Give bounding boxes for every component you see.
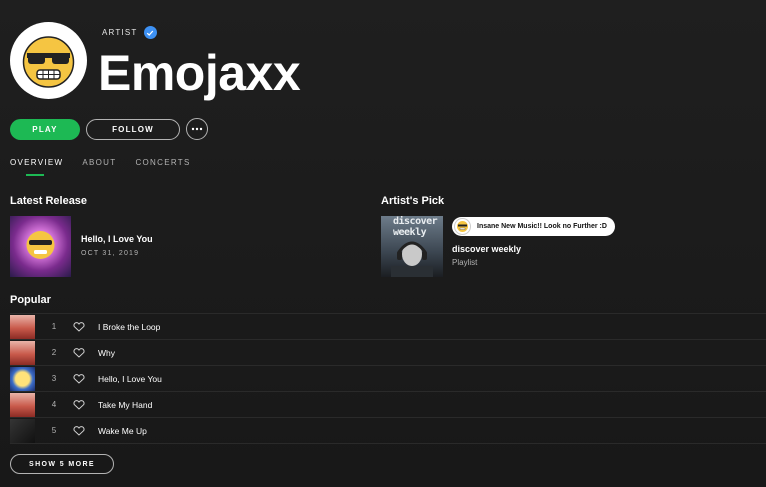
artist-name: Emojaxx: [98, 45, 301, 101]
latest-release-cover[interactable]: [10, 216, 71, 277]
table-row[interactable]: 2 Why: [10, 339, 766, 365]
track-number: 1: [51, 322, 57, 331]
latest-release-heading: Latest Release: [10, 195, 88, 207]
tab-overview[interactable]: OVERVIEW: [10, 158, 63, 176]
table-row[interactable]: 3 Hello, I Love You: [10, 365, 766, 391]
track-title[interactable]: I Broke the Loop: [98, 322, 160, 332]
latest-release-title[interactable]: Hello, I Love You: [81, 234, 153, 244]
track-thumbnail: [10, 418, 35, 443]
heart-icon[interactable]: [73, 373, 85, 384]
artist-mini-avatar: [454, 218, 471, 235]
table-row[interactable]: 5 Wake Me Up: [10, 417, 766, 444]
table-row[interactable]: 4 Take My Hand: [10, 391, 766, 417]
artists-pick-title[interactable]: discover weekly: [452, 244, 521, 254]
heart-icon[interactable]: [73, 425, 85, 436]
follow-button[interactable]: FOLLOW: [86, 119, 180, 140]
track-title[interactable]: Take My Hand: [98, 400, 152, 410]
track-number: 2: [51, 348, 57, 357]
emoji-cover-icon: [26, 231, 55, 259]
artists-pick-comment: Insane New Music!! Look no Further :D: [452, 217, 615, 236]
track-title[interactable]: Wake Me Up: [98, 426, 147, 436]
track-thumbnail: [10, 314, 35, 339]
track-number: 5: [51, 426, 57, 435]
tab-about[interactable]: ABOUT: [82, 158, 116, 167]
table-row[interactable]: 1 I Broke the Loop: [10, 313, 766, 339]
artist-avatar: [10, 22, 87, 99]
ellipsis-icon: [191, 127, 203, 131]
play-button[interactable]: PLAY: [10, 119, 80, 140]
heart-icon[interactable]: [73, 347, 85, 358]
track-number: 3: [51, 374, 57, 383]
popular-heading: Popular: [10, 294, 51, 306]
artists-pick-cover[interactable]: discover weekly: [381, 216, 443, 277]
more-options-button[interactable]: [186, 118, 208, 140]
headphones-person-icon: [391, 241, 433, 277]
track-thumbnail: [10, 366, 35, 391]
popular-track-list: 1 I Broke the Loop 2 Why 3 Hello, I Love…: [10, 313, 766, 444]
tab-concerts[interactable]: CONCERTS: [135, 158, 190, 167]
artists-pick-type: Playlist: [452, 258, 478, 267]
sunglasses-emoji-icon: [22, 36, 75, 88]
track-title[interactable]: Why: [98, 348, 115, 358]
heart-icon[interactable]: [73, 399, 85, 410]
track-title[interactable]: Hello, I Love You: [98, 374, 162, 384]
track-number: 4: [51, 400, 57, 409]
artists-pick-heading: Artist's Pick: [381, 195, 445, 207]
heart-icon[interactable]: [73, 321, 85, 332]
latest-release-date: OCT 31, 2019: [81, 250, 140, 257]
artist-label: ARTIST: [102, 28, 138, 37]
artist-tabs: OVERVIEW ABOUT CONCERTS: [10, 158, 191, 176]
show-more-button[interactable]: SHOW 5 MORE: [10, 454, 114, 474]
track-thumbnail: [10, 392, 35, 417]
pick-comment-text: Insane New Music!! Look no Further :D: [477, 223, 607, 230]
track-thumbnail: [10, 340, 35, 365]
